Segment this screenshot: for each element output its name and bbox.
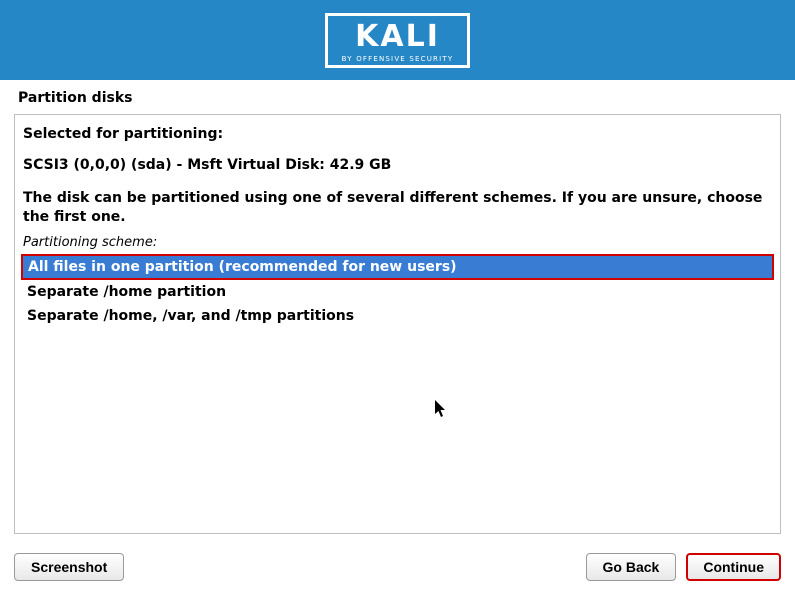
partition-instruction: The disk can be partitioned using one of…	[15, 189, 780, 227]
logo-subtitle: BY OFFENSIVE SECURITY	[342, 55, 454, 63]
partition-scheme-options: All files in one partition (recommended …	[21, 254, 774, 328]
kali-logo: KALI BY OFFENSIVE SECURITY	[325, 13, 471, 68]
selected-for-partitioning-label: Selected for partitioning:	[15, 125, 780, 144]
option-separate-home-var-tmp[interactable]: Separate /home, /var, and /tmp partition…	[21, 304, 774, 328]
main-panel: Selected for partitioning: SCSI3 (0,0,0)…	[14, 114, 781, 534]
logo-text: KALI	[355, 22, 440, 52]
go-back-button[interactable]: Go Back	[586, 553, 677, 581]
partitioning-scheme-label: Partitioning scheme:	[15, 235, 780, 250]
disk-info: SCSI3 (0,0,0) (sda) - Msft Virtual Disk:…	[15, 156, 780, 175]
screenshot-button[interactable]: Screenshot	[14, 553, 124, 581]
continue-button[interactable]: Continue	[686, 553, 781, 581]
page-title: Partition disks	[0, 80, 795, 114]
option-separate-home[interactable]: Separate /home partition	[21, 280, 774, 304]
option-all-files-one-partition[interactable]: All files in one partition (recommended …	[21, 254, 774, 280]
header-bar: KALI BY OFFENSIVE SECURITY	[0, 0, 795, 80]
footer-bar: Screenshot Go Back Continue	[0, 539, 795, 595]
